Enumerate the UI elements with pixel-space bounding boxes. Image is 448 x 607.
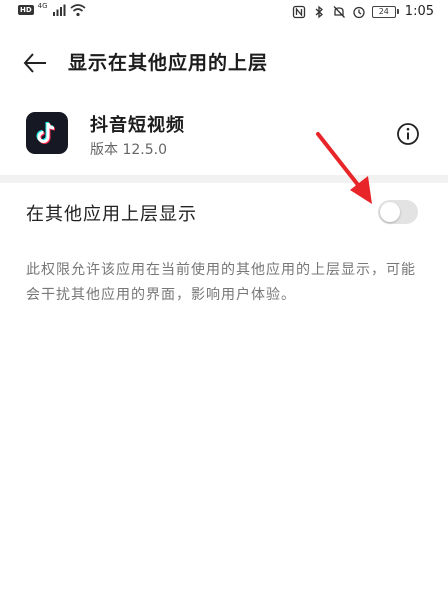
section-divider xyxy=(0,175,448,183)
app-name: 抖音短视频 xyxy=(90,115,185,136)
signal-icon xyxy=(52,4,66,16)
network-type: 4G xyxy=(37,2,48,10)
status-time: 1:05 xyxy=(404,4,434,19)
nfc-icon xyxy=(292,5,305,18)
switch-knob xyxy=(380,202,400,222)
battery-indicator: 24 xyxy=(371,5,399,18)
battery-tip xyxy=(396,9,399,14)
overlay-permission-label: 在其他应用上层显示 xyxy=(26,204,197,225)
overlay-permission-row[interactable]: 在其他应用上层显示 xyxy=(0,190,448,236)
status-right: 24 1:05 xyxy=(292,4,434,19)
battery-level: 24 xyxy=(371,5,396,18)
info-icon[interactable] xyxy=(396,122,420,146)
header: 显示在其他应用的上层 xyxy=(0,44,448,84)
bluetooth-icon xyxy=(315,5,323,18)
status-bar: HD 4G 24 1:05 xyxy=(0,0,448,26)
back-arrow-icon[interactable] xyxy=(22,52,48,74)
status-left: HD 4G xyxy=(18,2,86,17)
app-version: 版本 12.5.0 xyxy=(90,142,167,158)
overlay-permission-switch[interactable] xyxy=(378,200,418,224)
page-title: 显示在其他应用的上层 xyxy=(68,52,269,74)
mute-icon xyxy=(333,5,345,18)
tiktok-logo-icon xyxy=(36,121,56,144)
wifi-icon xyxy=(70,4,86,17)
hd-badge: HD xyxy=(18,5,34,15)
alarm-icon xyxy=(353,6,365,18)
app-icon xyxy=(26,112,68,154)
app-info-row: 抖音短视频 版本 12.5.0 xyxy=(0,105,448,165)
permission-description: 此权限允许该应用在当前使用的其他应用的上层显示，可能会干扰其他应用的界面，影响用… xyxy=(26,262,416,303)
screen: HD 4G 24 1:05 显示在其他应用的上层 抖音短视频 版本 12.5.0… xyxy=(0,0,448,607)
